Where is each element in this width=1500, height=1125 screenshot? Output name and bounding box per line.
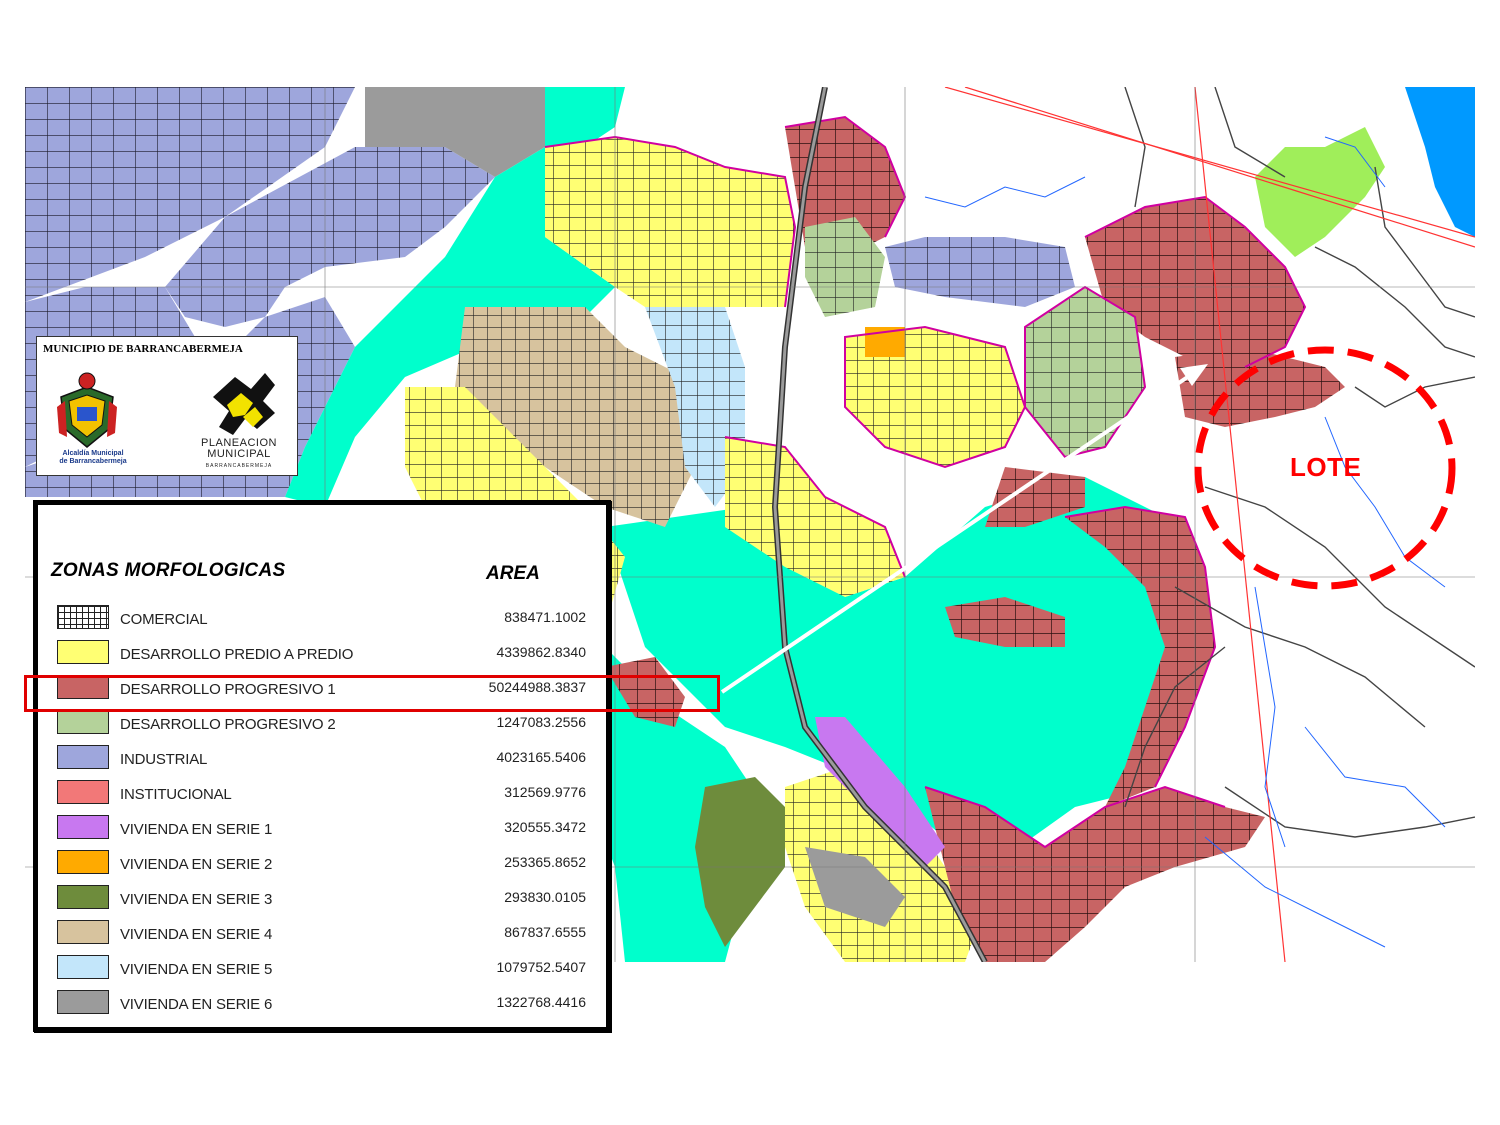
lot-label: LOTE <box>1290 452 1362 482</box>
legend-swatch <box>57 780 109 804</box>
municipality-logo-box: MUNICIPIO DE BARRANCABERMEJA Alcaldía Mu… <box>36 336 298 476</box>
legend-row: VIVIENDA EN SERIE 6 1322768.4416 <box>38 990 606 1020</box>
legend-area-value: 1322768.4416 <box>496 994 586 1010</box>
legend-swatch <box>57 605 109 629</box>
highlight-progresivo-1 <box>24 675 720 712</box>
legend-row: VIVIENDA EN SERIE 4 867837.6555 <box>38 920 606 950</box>
legend-area-value: 293830.0105 <box>504 889 586 905</box>
legend-area-value: 320555.3472 <box>504 819 586 835</box>
legend-area-value: 4339862.8340 <box>496 644 586 660</box>
legend-label: INDUSTRIAL <box>120 751 208 768</box>
legend-row: INDUSTRIAL 4023165.5406 <box>38 745 606 775</box>
legend-row: DESARROLLO PREDIO A PREDIO 4339862.8340 <box>38 640 606 670</box>
legend-label: VIVIENDA EN SERIE 1 <box>120 821 273 838</box>
puzzle-logo-icon <box>213 373 275 435</box>
legend-swatch <box>57 990 109 1014</box>
legend-swatch <box>57 920 109 944</box>
planning-office-subtitle: BARRANCABERMEJA <box>205 463 273 469</box>
legend-label: INSTITUCIONAL <box>120 786 232 803</box>
legend-area-value: 867837.6555 <box>504 924 586 940</box>
legend-swatch <box>57 710 109 734</box>
legend-row: VIVIENDA EN SERIE 1 320555.3472 <box>38 815 606 845</box>
legend-label: COMERCIAL <box>120 611 208 628</box>
legend-area-value: 838471.1002 <box>504 609 586 625</box>
municipal-crest-icon <box>57 372 117 448</box>
legend-swatch <box>57 850 109 874</box>
legend-swatch <box>57 640 109 664</box>
planning-office-name: PLANEACION MUNICIPAL <box>201 437 277 460</box>
legend-row: VIVIENDA EN SERIE 2 253365.8652 <box>38 850 606 880</box>
legend-area-value: 1079752.5407 <box>496 959 586 975</box>
legend-area-value: 1247083.2556 <box>496 714 586 730</box>
legend-label: VIVIENDA EN SERIE 3 <box>120 891 273 908</box>
legend-label: VIVIENDA EN SERIE 2 <box>120 856 273 873</box>
legend-area-value: 253365.8652 <box>504 854 586 870</box>
legend-row: DESARROLLO PROGRESIVO 2 1247083.2556 <box>38 710 606 740</box>
legend-label: VIVIENDA EN SERIE 4 <box>120 926 273 943</box>
legend-label: DESARROLLO PREDIO A PREDIO <box>120 646 354 663</box>
crest-caption: Alcaldía Municipal de Barrancabermeja <box>59 450 127 465</box>
legend-title: ZONAS MORFOLOGICAS <box>51 560 286 581</box>
legend-label: VIVIENDA EN SERIE 5 <box>120 961 273 978</box>
legend-swatch <box>57 885 109 909</box>
legend-area-header: AREA <box>486 563 540 584</box>
legend-swatch <box>57 815 109 839</box>
legend-swatch <box>57 745 109 769</box>
legend-label: VIVIENDA EN SERIE 6 <box>120 996 273 1013</box>
legend-area-value: 4023165.5406 <box>496 749 586 765</box>
municipality-title: MUNICIPIO DE BARRANCABERMEJA <box>43 343 243 355</box>
legend-row: VIVIENDA EN SERIE 3 293830.0105 <box>38 885 606 915</box>
legend-row: INSTITUCIONAL 312569.9776 <box>38 780 606 810</box>
legend-row: VIVIENDA EN SERIE 5 1079752.5407 <box>38 955 606 985</box>
legend-panel: ZONAS MORFOLOGICAS AREA COMERCIAL 838471.… <box>33 500 611 1032</box>
legend-area-value: 312569.9776 <box>504 784 586 800</box>
legend-row: COMERCIAL 838471.1002 <box>38 605 606 635</box>
legend-label: DESARROLLO PROGRESIVO 2 <box>120 716 336 733</box>
legend-swatch <box>57 955 109 979</box>
